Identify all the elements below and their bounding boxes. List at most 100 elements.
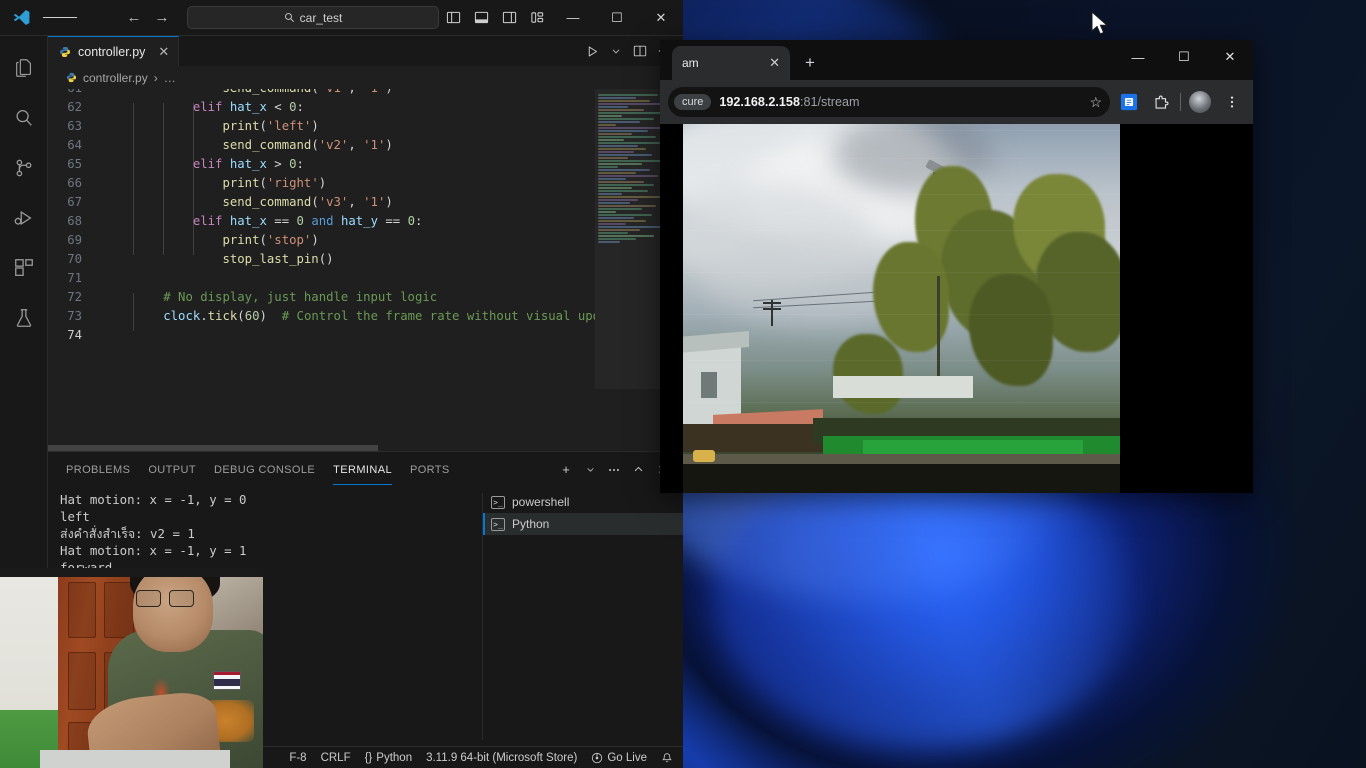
panel-tab-problems[interactable]: PROBLEMS xyxy=(66,455,130,484)
thai-flag-patch xyxy=(213,671,241,690)
sidebar-item-explorer[interactable] xyxy=(0,44,48,92)
panel-tab-debug-console[interactable]: DEBUG CONSOLE xyxy=(214,455,315,484)
sidebar-item-source-control[interactable] xyxy=(0,144,48,192)
sidebar-item-run-and-debug[interactable] xyxy=(0,194,48,242)
url-host: 192.168.2.158 xyxy=(719,95,800,109)
chrome-tab[interactable]: am ✕ xyxy=(672,46,790,80)
code-editor[interactable]: 61 send_command('v1', '1') 62 elif hat_x… xyxy=(48,89,683,451)
python-file-icon xyxy=(66,72,77,83)
status-eol[interactable]: CRLF xyxy=(321,752,351,764)
toggle-secondary-sidebar-icon[interactable] xyxy=(495,2,523,34)
panel-tab-strip: PROBLEMS OUTPUT DEBUG CONSOLE TERMINAL PORTS… xyxy=(48,452,683,487)
navigation-arrows: ← → xyxy=(121,6,175,30)
camera-stream-image xyxy=(683,124,1120,493)
sidebar-item-testing[interactable] xyxy=(0,294,48,342)
chrome-window-controls: — ☐ ✕ xyxy=(1115,40,1253,74)
vscode-minimize-button[interactable]: — xyxy=(551,1,595,35)
google-docs-extension-icon[interactable] xyxy=(1116,89,1142,115)
go-back-button[interactable]: ← xyxy=(121,6,147,30)
url-text: 192.168.2.158:81/stream xyxy=(719,95,859,109)
files-icon xyxy=(15,59,31,77)
customize-layout-icon[interactable] xyxy=(523,2,551,34)
terminal-profile-dropdown[interactable] xyxy=(579,459,601,481)
search-icon xyxy=(284,13,294,22)
command-center-search[interactable]: car_test xyxy=(186,6,439,29)
panel-tab-output[interactable]: OUTPUT xyxy=(148,455,196,484)
terminal-list-item-label: powershell xyxy=(512,495,570,509)
panel-tab-terminal[interactable]: TERMINAL xyxy=(333,455,392,485)
status-notifications[interactable] xyxy=(661,752,673,764)
go-forward-button[interactable]: → xyxy=(149,6,175,30)
search-text: car_test xyxy=(299,10,343,25)
terminal-icon: >_ xyxy=(491,517,505,531)
code-text[interactable]: 61 send_command('v1', '1') 62 elif hat_x… xyxy=(48,89,595,345)
breadcrumb-rest[interactable]: … xyxy=(164,71,176,85)
split-editor-button[interactable] xyxy=(629,40,651,62)
terminal-list-item[interactable]: >_ Python xyxy=(483,513,683,535)
panel-tab-ports[interactable]: PORTS xyxy=(410,455,450,484)
go-live-label: Go Live xyxy=(607,751,647,764)
bookmark-star-icon[interactable]: ☆ xyxy=(1089,94,1102,111)
status-encoding[interactable]: F-8 xyxy=(289,752,306,764)
extensions-puzzle-icon[interactable] xyxy=(1148,89,1174,115)
chrome-tab-strip: am ✕ + — ☐ ✕ xyxy=(660,40,1253,80)
address-bar[interactable]: cure 192.168.2.158:81/stream ☆ xyxy=(668,87,1110,117)
beaker-icon xyxy=(16,309,31,327)
code-surface[interactable]: 61 send_command('v1', '1') 62 elif hat_x… xyxy=(48,89,595,451)
python-file-icon xyxy=(60,46,70,57)
url-path: :81/stream xyxy=(799,95,860,109)
ellipsis-icon xyxy=(609,468,619,471)
maximize-panel-button[interactable] xyxy=(627,459,649,481)
status-interpreter[interactable]: 3.11.9 64-bit (Microsoft Store) xyxy=(426,752,577,764)
profile-avatar[interactable] xyxy=(1187,89,1213,115)
run-python-file-button[interactable] xyxy=(581,40,603,62)
bell-icon xyxy=(662,752,672,762)
terminal-list-item[interactable]: >_ powershell xyxy=(483,491,683,513)
mouse-cursor xyxy=(1090,10,1110,43)
chrome-maximize-button[interactable]: ☐ xyxy=(1161,40,1207,74)
chevron-down-icon xyxy=(586,468,594,472)
source-control-icon xyxy=(16,159,31,177)
sidebar-item-search[interactable] xyxy=(0,94,48,142)
chrome-tab-title: am xyxy=(682,56,699,70)
search-icon xyxy=(15,110,32,126)
close-icon[interactable]: ✕ xyxy=(769,55,780,71)
vscode-maximize-button[interactable]: ☐ xyxy=(595,1,639,35)
sidebar-item-extensions[interactable] xyxy=(0,244,48,292)
chevron-down-icon xyxy=(612,49,620,54)
toggle-panel-icon[interactable] xyxy=(467,2,495,34)
breadcrumb[interactable]: controller.py › … xyxy=(48,66,683,89)
chrome-menu-icon[interactable] xyxy=(1219,89,1245,115)
breadcrumb-file[interactable]: controller.py xyxy=(83,71,148,85)
status-indentation[interactable]: {} Python xyxy=(365,752,413,764)
desktop: ← → car_test — ☐ ✕ controller.py ✕ contr… xyxy=(0,0,1366,768)
vscode-title-bar: ← → car_test — ☐ ✕ xyxy=(0,0,683,36)
terminal-list-item-label: Python xyxy=(512,517,550,531)
new-terminal-button[interactable]: + xyxy=(555,459,577,481)
run-options-dropdown[interactable] xyxy=(605,40,627,62)
close-icon[interactable]: ✕ xyxy=(158,45,169,58)
new-tab-button[interactable]: + xyxy=(796,49,824,77)
chrome-toolbar: cure 192.168.2.158:81/stream ☆ xyxy=(660,80,1253,124)
vscode-close-button[interactable]: ✕ xyxy=(639,1,683,35)
vscode-logo-icon xyxy=(0,8,43,27)
menu-hamburger-icon[interactable] xyxy=(42,15,77,21)
broadcast-icon xyxy=(592,752,603,763)
status-language: Python xyxy=(376,751,413,764)
toggle-primary-sidebar-icon[interactable] xyxy=(439,2,467,34)
editor-tab-controller-py[interactable]: controller.py ✕ xyxy=(48,36,180,66)
editor-horizontal-scrollbar[interactable] xyxy=(48,445,378,451)
split-editor-icon xyxy=(633,45,647,57)
titlebar-right-group: — ☐ ✕ xyxy=(439,1,683,35)
chrome-browser-window: am ✕ + — ☐ ✕ cure 192.168.2.158:81/strea… xyxy=(660,40,1253,493)
toolbar-divider xyxy=(1180,93,1181,111)
panel-more-actions-button[interactable] xyxy=(603,459,625,481)
status-go-live[interactable]: Go Live xyxy=(591,752,647,764)
chrome-close-button[interactable]: ✕ xyxy=(1207,40,1253,74)
chrome-minimize-button[interactable]: — xyxy=(1115,40,1161,74)
page-content xyxy=(660,124,1253,493)
not-secure-badge[interactable]: cure xyxy=(674,94,712,110)
chevron-up-icon xyxy=(634,466,642,472)
editor-actions xyxy=(179,36,683,66)
terminal-instance-list: >_ powershell >_ Python xyxy=(483,487,683,746)
